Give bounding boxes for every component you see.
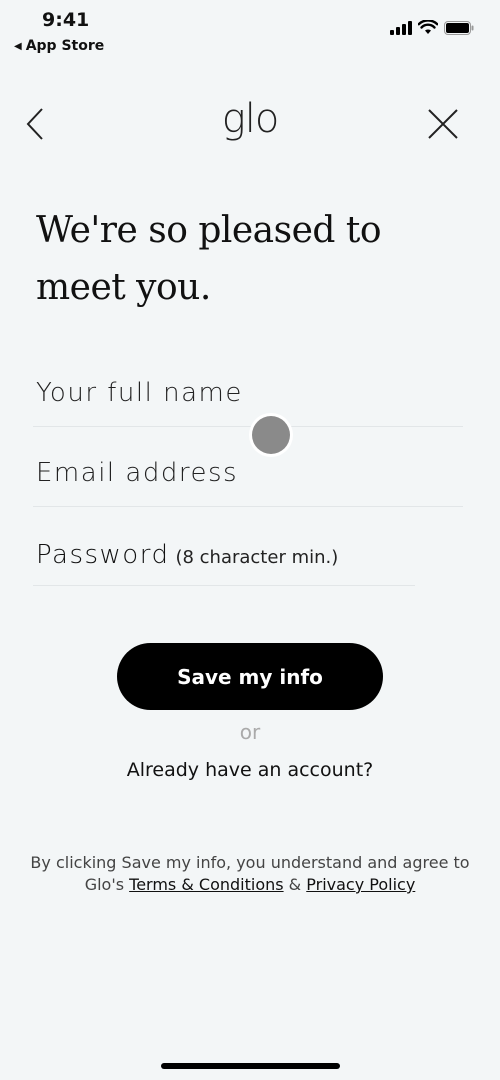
home-indicator[interactable] bbox=[161, 1063, 340, 1069]
already-have-account-link[interactable]: Already have an account? bbox=[0, 759, 500, 781]
back-to-app-store-link[interactable]: ◀ App Store bbox=[14, 38, 104, 54]
close-icon bbox=[428, 109, 458, 139]
touch-indicator bbox=[252, 416, 290, 454]
page-title: We're so pleased to meet you. bbox=[36, 210, 382, 308]
back-app-label: App Store bbox=[25, 38, 105, 54]
full-name-input[interactable] bbox=[33, 378, 466, 408]
email-field[interactable] bbox=[33, 458, 466, 507]
full-name-field[interactable] bbox=[33, 378, 466, 427]
legal-notice: By clicking Save my info, you understand… bbox=[30, 852, 470, 896]
cellular-signal-icon bbox=[390, 20, 412, 35]
legal-joiner: & bbox=[283, 875, 307, 894]
back-triangle-icon: ◀ bbox=[14, 40, 22, 52]
status-icons bbox=[390, 20, 474, 35]
battery-icon bbox=[444, 20, 474, 35]
glo-logo: glo bbox=[221, 96, 280, 142]
password-field[interactable]: Password (8 character min.) bbox=[33, 540, 415, 586]
wifi-icon bbox=[418, 20, 438, 34]
status-time: 9:41 bbox=[42, 9, 90, 31]
email-input[interactable] bbox=[33, 458, 466, 488]
privacy-link[interactable]: Privacy Policy bbox=[306, 875, 415, 894]
close-button[interactable] bbox=[426, 106, 460, 142]
terms-link[interactable]: Terms & Conditions bbox=[129, 875, 283, 894]
or-divider-label: or bbox=[239, 720, 261, 744]
save-my-info-button[interactable]: Save my info bbox=[117, 643, 383, 710]
